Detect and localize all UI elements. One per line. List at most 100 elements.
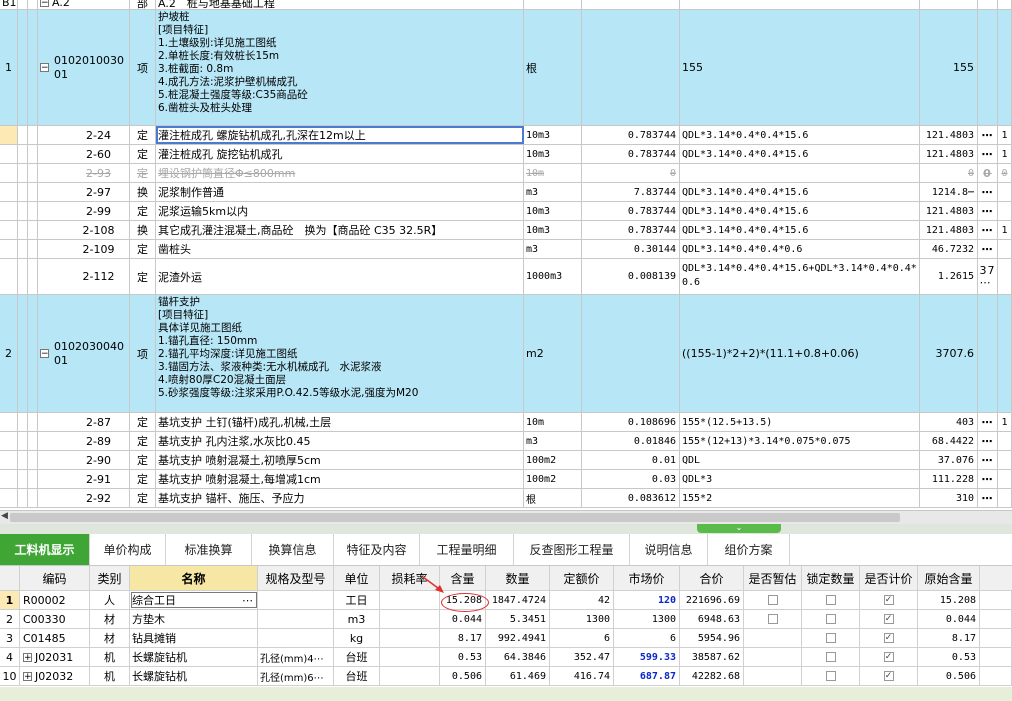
quota-code[interactable]: 2-93	[38, 164, 130, 182]
resource-name[interactable]: 长螺旋钻机	[130, 667, 258, 685]
tab-3[interactable]: 标准换算	[166, 534, 252, 565]
lock-quantity-checkbox[interactable]	[825, 633, 836, 643]
is-estimate-checkbox[interactable]	[767, 595, 778, 605]
quota-quantity-expression[interactable]: 155*(12.5+13.5)	[680, 413, 920, 431]
more-button[interactable]: ⋯	[978, 489, 998, 507]
tab-8[interactable]: 说明信息	[630, 534, 708, 565]
quota-row[interactable]: 2-60 定灌注桩成孔 旋挖钻机成孔 10m3 0.783744 QDL*3.14*0.…	[0, 145, 1012, 164]
lock-quantity-checkbox[interactable]	[825, 595, 836, 605]
lock-quantity-cell[interactable]	[802, 610, 860, 628]
column-header[interactable]: 数量	[486, 566, 550, 590]
is-priced-checkbox[interactable]: ✓	[883, 652, 894, 662]
item-features[interactable]: 锚杆支护 [项目特征] 具体详见施工图纸 1.锚孔直径: 150mm 2.锚孔平…	[156, 295, 524, 412]
quota-name[interactable]: 基坑支护 土钉(锚杆)成孔,机械,土层	[156, 413, 524, 431]
tab-4[interactable]: 换算信息	[252, 534, 334, 565]
quota-code[interactable]: 2-99	[38, 202, 130, 220]
more-button[interactable]: ⋯	[242, 594, 253, 607]
column-header[interactable]: 定额价	[550, 566, 614, 590]
bill-item-row[interactable]: 1−0102010030 01 项护坡桩 [项目特征] 1.土壤级别:详见施工图纸 …	[0, 10, 1012, 126]
more-button[interactable]: ⋯	[978, 145, 998, 163]
scroll-left-icon[interactable]: ◀	[1, 511, 8, 521]
lock-quantity-cell[interactable]	[802, 648, 860, 666]
quota-row[interactable]: 2-24 定灌注桩成孔 螺旋钻机成孔,孔深在12m以上 10m3 0.783744 QD…	[0, 126, 1012, 145]
resource-row[interactable]: 1 R00002 人综合工日 ⋯ 工日 15.208 1847.4724 42 120 22169…	[0, 591, 1012, 610]
quota-code[interactable]: 2-90	[38, 451, 130, 469]
quota-name[interactable]: 基坑支护 孔内注浆,水灰比0.45	[156, 432, 524, 450]
column-header[interactable]: 原始含量	[918, 566, 980, 590]
quota-row[interactable]: 2-93 定埋设钢护筒直径Φ≤800mm 10m 0 0 0 0	[0, 164, 1012, 183]
resource-row[interactable]: 3 C01485 材钻具摊销 kg 8.17 992.4941 6 6 5954.96 ✓ 8.17	[0, 629, 1012, 648]
quota-name[interactable]: 埋设钢护筒直径Φ≤800mm	[156, 164, 524, 182]
more-button[interactable]: ⋯	[978, 202, 998, 220]
quota-quantity-expression[interactable]: QDL*3.14*0.4*0.4*0.6	[680, 240, 920, 258]
collapse-chevron-icon[interactable]: ⌄	[697, 524, 781, 533]
pane-splitter[interactable]: ⌄	[0, 524, 1012, 534]
expand-toggle-icon[interactable]: +	[23, 652, 32, 662]
is-estimate-cell[interactable]	[744, 610, 802, 628]
quota-name[interactable]: 泥浆制作普通	[156, 183, 524, 201]
resource-name[interactable]: 钻具摊销	[130, 629, 258, 647]
tab-1[interactable]: 工料机显示	[0, 534, 90, 565]
quota-name[interactable]: 泥浆运输5km以内	[156, 202, 524, 220]
item-unit[interactable]: m2	[524, 295, 582, 412]
quota-code[interactable]: 2-24	[38, 126, 130, 144]
horizontal-scrollbar[interactable]: ◀	[0, 510, 1012, 524]
lock-quantity-cell[interactable]	[802, 591, 860, 609]
quota-row[interactable]: 2-87 定基坑支护 土钉(锚杆)成孔,机械,土层 10m 0.108696 155*(…	[0, 413, 1012, 432]
quota-quantity-expression[interactable]: QDL*3	[680, 470, 920, 488]
quota-code[interactable]: 2-112	[38, 259, 130, 294]
resource-code[interactable]: C01485	[20, 629, 90, 647]
quota-name[interactable]: 其它成孔灌注混凝土,商品砼 换为【商品砼 C35 32.5R】	[156, 221, 524, 239]
more-button[interactable]: ⋯	[978, 183, 998, 201]
is-estimate-checkbox[interactable]	[767, 614, 778, 624]
quota-name[interactable]: 基坑支护 喷射混凝土,初喷厚5cm	[156, 451, 524, 469]
quota-row[interactable]: 2-112 定泥渣外运 1000m3 0.008139 QDL*3.14*0.4*0.4…	[0, 259, 1012, 295]
resource-name[interactable]: 长螺旋钻机	[130, 648, 258, 666]
column-header[interactable]: 锁定数量	[802, 566, 860, 590]
is-estimate-cell[interactable]	[744, 667, 802, 685]
quota-code[interactable]: 2-60	[38, 145, 130, 163]
expand-toggle-icon[interactable]: +	[23, 671, 32, 681]
resource-row[interactable]: 10 + J02032 机长螺旋钻机 孔径(mm)6⋯ 台班 0.506 61.469 416.…	[0, 667, 1012, 686]
quota-quantity-expression[interactable]: QDL*3.14*0.4*0.4*15.6	[680, 183, 920, 201]
quota-code[interactable]: 2-92	[38, 489, 130, 507]
market-price[interactable]: 687.87	[614, 667, 680, 685]
more-button[interactable]: ⋯	[978, 126, 998, 144]
market-price[interactable]: 120	[614, 591, 680, 609]
quota-name[interactable]: 凿桩头	[156, 240, 524, 258]
lock-quantity-checkbox[interactable]	[825, 671, 836, 681]
resource-content[interactable]: 0.506	[440, 667, 486, 685]
column-header[interactable]: 名称	[130, 566, 258, 590]
quota-code[interactable]: 2-109	[38, 240, 130, 258]
is-estimate-cell[interactable]	[744, 648, 802, 666]
is-priced-checkbox[interactable]: ✓	[883, 633, 894, 643]
item-unit[interactable]: 根	[524, 10, 582, 125]
lock-quantity-cell[interactable]	[802, 629, 860, 647]
is-priced-checkbox[interactable]: ✓	[883, 671, 894, 681]
collapse-toggle-icon[interactable]: −	[40, 0, 49, 8]
quota-quantity-expression[interactable]: QDL*3.14*0.4*0.4*15.6+QDL*3.14*0.4*0.4* …	[680, 259, 920, 294]
tab-7[interactable]: 反查图形工程量	[514, 534, 630, 565]
more-button[interactable]: 0	[978, 164, 998, 182]
item-code-cell[interactable]: −0102010030 01	[38, 10, 130, 125]
quota-quantity-expression[interactable]: QDL*3.14*0.4*0.4*15.6	[680, 126, 920, 144]
quota-row[interactable]: 2-92 定基坑支护 锚杆、施压、予应力根 0.083612 155*2 310 ⋯	[0, 489, 1012, 508]
more-button[interactable]: ⋯	[978, 470, 998, 488]
resource-content[interactable]: 0.53	[440, 648, 486, 666]
is-estimate-cell[interactable]	[744, 591, 802, 609]
resource-code[interactable]: + J02032	[20, 667, 90, 685]
column-header[interactable]: 合价	[680, 566, 744, 590]
quota-quantity-expression[interactable]: QDL*3.14*0.4*0.4*15.6	[680, 202, 920, 220]
collapse-toggle-icon[interactable]: −	[40, 63, 49, 73]
market-price[interactable]: 599.33	[614, 648, 680, 666]
more-button[interactable]: ⋯	[978, 451, 998, 469]
item-code-cell[interactable]: −0102030040 01	[38, 295, 130, 412]
item-quantity-expression[interactable]: 155	[680, 10, 920, 125]
quota-row[interactable]: 2-108 换其它成孔灌注混凝土,商品砼 换为【商品砼 C35 32.5R】 10m…	[0, 221, 1012, 240]
tab-2[interactable]: 单价构成	[90, 534, 166, 565]
quota-row[interactable]: 2-89 定基坑支护 孔内注浆,水灰比0.45 m3 0.01846 155*(12+1…	[0, 432, 1012, 451]
column-header[interactable]: 单位	[334, 566, 380, 590]
column-header[interactable]: 规格及型号	[258, 566, 334, 590]
column-header[interactable]: 编码	[20, 566, 90, 590]
quota-quantity-expression[interactable]: 155*2	[680, 489, 920, 507]
